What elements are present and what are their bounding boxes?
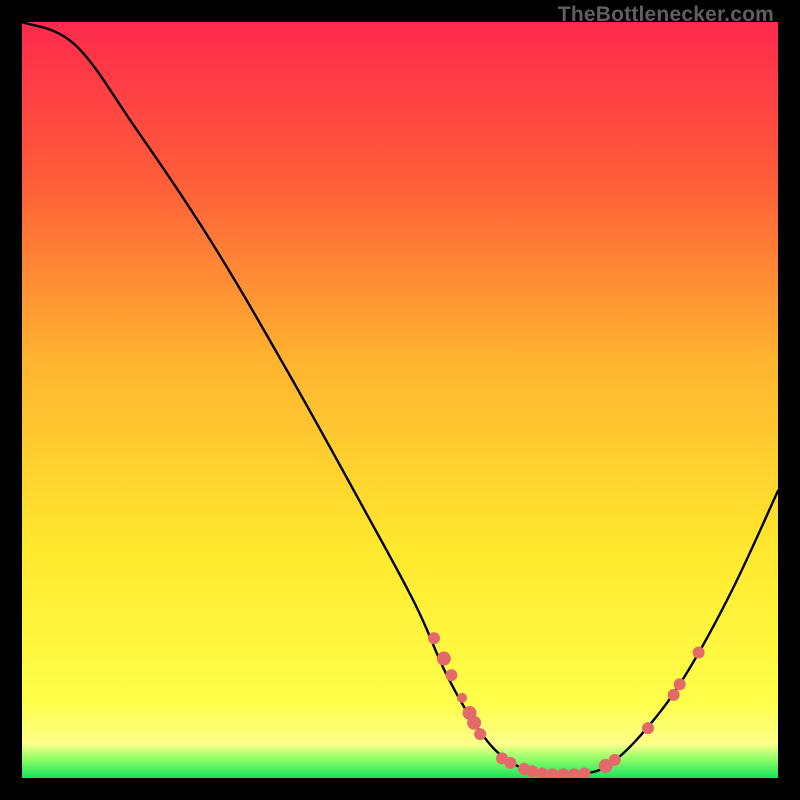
chart-frame xyxy=(22,22,778,778)
data-point xyxy=(642,722,654,734)
data-point xyxy=(668,689,680,701)
bottleneck-chart xyxy=(22,22,778,778)
data-point xyxy=(474,728,486,740)
data-point xyxy=(609,754,621,766)
data-point xyxy=(457,693,467,703)
data-point xyxy=(674,678,686,690)
data-point xyxy=(437,652,451,666)
data-point xyxy=(467,716,481,730)
gradient-background xyxy=(22,22,778,778)
data-point xyxy=(693,647,705,659)
data-point xyxy=(428,632,440,644)
watermark-text: TheBottlenecker.com xyxy=(558,3,774,27)
data-point xyxy=(504,757,516,769)
data-point xyxy=(445,669,457,681)
